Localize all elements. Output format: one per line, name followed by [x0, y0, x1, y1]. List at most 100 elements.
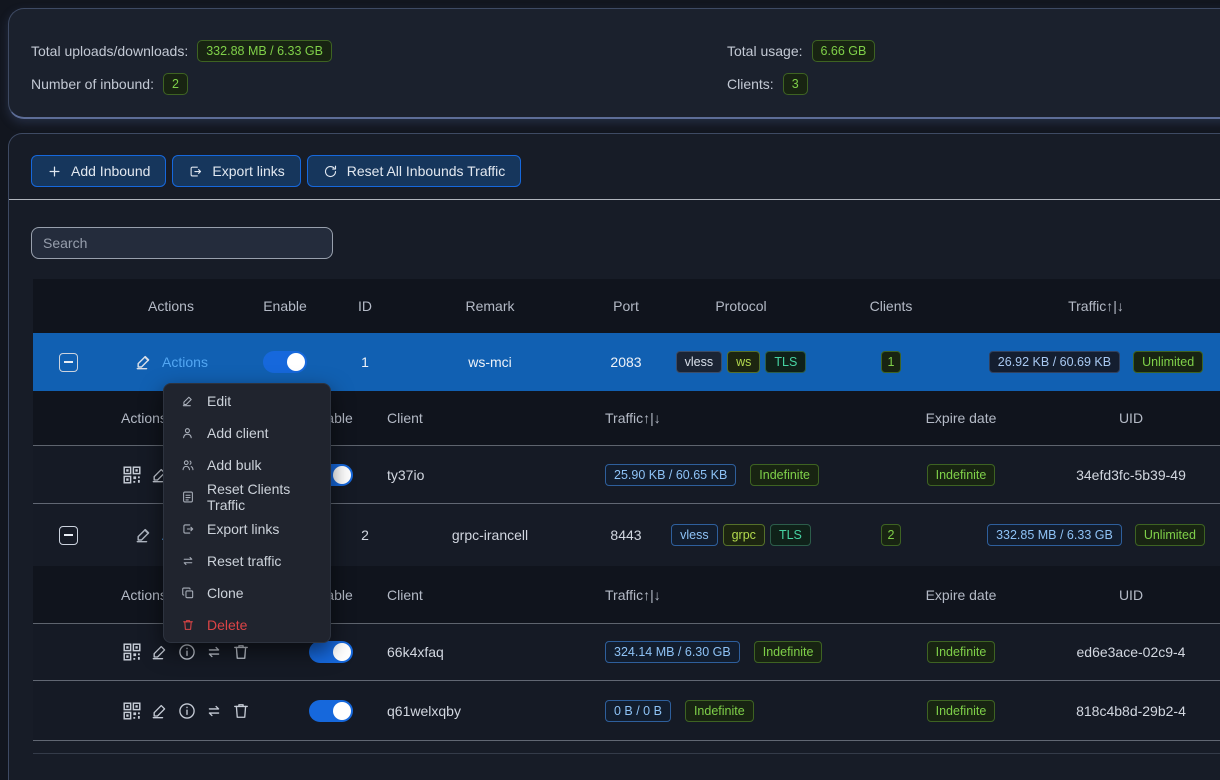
client-header-uid: UID	[1041, 587, 1220, 603]
reset-all-traffic-label: Reset All Inbounds Traffic	[347, 163, 506, 179]
menu-item-label: Reset traffic	[207, 553, 281, 569]
client-expire-badge: Indefinite	[927, 464, 996, 486]
inbounds-table-header: Actions Enable ID Remark Port Protocol C…	[33, 279, 1220, 333]
stat-total-usage-label: Total usage:	[727, 43, 803, 59]
inbound-remark: grpc-irancell	[399, 527, 581, 543]
client-header-expire: Expire date	[881, 587, 1041, 603]
stat-inbound-count-label: Number of inbound:	[31, 76, 154, 92]
inbound-remark: ws-mci	[399, 354, 581, 370]
export-icon	[188, 164, 203, 179]
export-links-label: Export links	[212, 163, 284, 179]
person-icon	[181, 426, 195, 440]
edit-pencil-icon[interactable]	[134, 352, 154, 372]
collapse-checkbox[interactable]	[59, 526, 78, 545]
client-traffic-badge: 25.90 KB / 60.65 KB	[605, 464, 736, 486]
client-header-traffic-sort[interactable]: Traffic↑|↓	[561, 587, 881, 603]
qr-code-icon[interactable]	[121, 641, 143, 663]
client-header-client: Client	[361, 410, 561, 426]
add-inbound-button[interactable]: Add Inbound	[31, 155, 166, 187]
file-reset-icon	[181, 490, 195, 504]
menu-item-label: Delete	[207, 617, 247, 633]
export-links-button[interactable]: Export links	[172, 155, 300, 187]
reset-all-traffic-button[interactable]: Reset All Inbounds Traffic	[307, 155, 522, 187]
menu-item-export-links[interactable]: Export links	[164, 513, 330, 545]
header-actions: Actions	[103, 298, 239, 314]
inbound-id: 1	[331, 354, 399, 370]
edit-pencil-icon[interactable]	[150, 701, 170, 721]
delete-trash-icon[interactable]	[231, 701, 251, 721]
client-header-uid: UID	[1041, 410, 1220, 426]
client-name: q61welxqby	[361, 703, 561, 719]
clients-count-badge: 2	[881, 524, 902, 546]
transport-tag: grpc	[723, 524, 765, 546]
copy-icon	[181, 586, 195, 600]
stat-clients: Clients: 3	[727, 71, 808, 97]
actions-context-menu: Edit Add client Add bulk Reset Clients T…	[163, 383, 331, 643]
stat-clients-value: 3	[783, 73, 808, 95]
client-traffic-badge: 0 B / 0 B	[605, 700, 671, 722]
traffic-badge: 26.92 KB / 60.69 KB	[989, 351, 1120, 373]
stat-clients-label: Clients:	[727, 76, 774, 92]
client-expire-badge: Indefinite	[927, 641, 996, 663]
clients-count-badge: 1	[881, 351, 902, 373]
menu-item-add-bulk[interactable]: Add bulk	[164, 449, 330, 481]
header-protocol: Protocol	[671, 298, 811, 314]
stats-card: Total uploads/downloads: 332.88 MB / 6.3…	[8, 8, 1220, 119]
table-bottom-border	[33, 753, 1220, 754]
header-clients: Clients	[811, 298, 971, 314]
client-enable-toggle[interactable]	[309, 700, 353, 722]
menu-item-clone[interactable]: Clone	[164, 577, 330, 609]
inbound-id: 2	[331, 527, 399, 543]
client-uid: 818c4b8d-29b2-4	[1041, 703, 1220, 719]
info-icon[interactable]	[177, 642, 197, 662]
menu-item-label: Add client	[207, 425, 268, 441]
export-icon	[181, 522, 195, 536]
header-traffic-sort[interactable]: Traffic↑|↓	[971, 298, 1220, 314]
stat-total-usage-value: 6.66 GB	[812, 40, 876, 62]
menu-item-label: Clone	[207, 585, 244, 601]
client-expire-badge: Indefinite	[927, 700, 996, 722]
info-icon[interactable]	[177, 701, 197, 721]
menu-item-reset-traffic[interactable]: Reset traffic	[164, 545, 330, 577]
qr-code-icon[interactable]	[121, 700, 143, 722]
client-header-client: Client	[361, 587, 561, 603]
menu-item-delete[interactable]: Delete	[164, 609, 330, 641]
stat-uploads-value: 332.88 MB / 6.33 GB	[197, 40, 332, 62]
qr-code-icon[interactable]	[121, 464, 143, 486]
enable-toggle[interactable]	[263, 351, 307, 373]
header-remark: Remark	[399, 298, 581, 314]
traffic-badge: 332.85 MB / 6.33 GB	[987, 524, 1122, 546]
menu-item-add-client[interactable]: Add client	[164, 417, 330, 449]
menu-item-label: Reset Clients Traffic	[207, 481, 313, 513]
client-limit-badge: Indefinite	[754, 641, 823, 663]
client-enable-toggle[interactable]	[309, 641, 353, 663]
search-input[interactable]	[31, 227, 333, 259]
transport-tag: ws	[727, 351, 760, 373]
quota-badge: Unlimited	[1133, 351, 1203, 373]
header-enable: Enable	[239, 298, 331, 314]
reset-traffic-icon[interactable]	[204, 642, 224, 662]
toolbar-divider	[9, 199, 1220, 200]
add-inbound-label: Add Inbound	[71, 163, 150, 179]
menu-item-reset-clients-traffic[interactable]: Reset Clients Traffic	[164, 481, 330, 513]
edit-pencil-icon[interactable]	[150, 642, 170, 662]
actions-dropdown-trigger[interactable]: Actions	[162, 354, 208, 370]
reset-traffic-icon[interactable]	[204, 701, 224, 721]
client-row-q61welxqby: q61welxqby 0 B / 0 B Indefinite Indefini…	[33, 681, 1220, 741]
collapse-checkbox[interactable]	[59, 353, 78, 372]
edit-pencil-icon[interactable]	[134, 525, 154, 545]
swap-icon	[181, 554, 195, 568]
quota-badge: Unlimited	[1135, 524, 1205, 546]
menu-item-label: Export links	[207, 521, 279, 537]
header-port: Port	[581, 298, 671, 314]
people-icon	[181, 458, 195, 472]
protocol-tag: vless	[676, 351, 722, 373]
delete-trash-icon[interactable]	[231, 642, 251, 662]
client-traffic-badge: 324.14 MB / 6.30 GB	[605, 641, 740, 663]
menu-item-edit[interactable]: Edit	[164, 385, 330, 417]
client-header-traffic-sort[interactable]: Traffic↑|↓	[561, 410, 881, 426]
menu-item-label: Edit	[207, 393, 231, 409]
client-header-expire: Expire date	[881, 410, 1041, 426]
inbound-port: 2083	[581, 354, 671, 370]
stat-total-usage: Total usage: 6.66 GB	[727, 38, 875, 64]
